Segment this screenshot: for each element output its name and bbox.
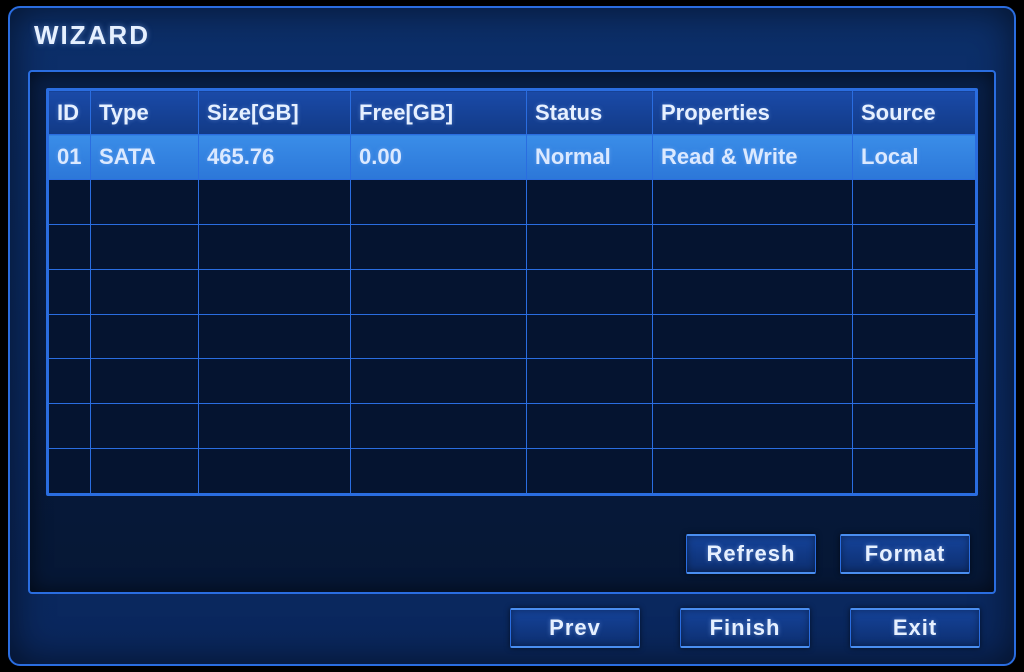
empty-cell — [91, 449, 199, 494]
empty-cell — [91, 224, 199, 269]
cell-size: 465.76 — [199, 135, 351, 180]
empty-cell — [351, 449, 527, 494]
empty-cell — [527, 404, 653, 449]
empty-cell — [49, 269, 91, 314]
empty-cell — [653, 449, 853, 494]
empty-cell — [199, 359, 351, 404]
col-header-status: Status — [527, 91, 653, 135]
table-header-row: ID Type Size[GB] Free[GB] Status Propert… — [49, 91, 976, 135]
table-row — [49, 269, 976, 314]
empty-cell — [49, 449, 91, 494]
empty-cell — [351, 359, 527, 404]
footer-button-row: Prev Finish Exit — [510, 608, 980, 648]
empty-cell — [199, 269, 351, 314]
table-row — [49, 224, 976, 269]
empty-cell — [853, 179, 976, 224]
empty-cell — [49, 224, 91, 269]
empty-cell — [527, 449, 653, 494]
cell-type: SATA — [91, 135, 199, 180]
empty-cell — [527, 224, 653, 269]
empty-cell — [853, 404, 976, 449]
cell-id: 01 — [49, 135, 91, 180]
empty-cell — [351, 269, 527, 314]
empty-cell — [653, 179, 853, 224]
empty-cell — [199, 404, 351, 449]
disk-table: ID Type Size[GB] Free[GB] Status Propert… — [48, 90, 976, 494]
empty-cell — [351, 404, 527, 449]
empty-cell — [199, 449, 351, 494]
col-header-free: Free[GB] — [351, 91, 527, 135]
table-row — [49, 449, 976, 494]
table-row — [49, 314, 976, 359]
empty-cell — [91, 269, 199, 314]
cell-status: Normal — [527, 135, 653, 180]
empty-cell — [527, 269, 653, 314]
prev-button[interactable]: Prev — [510, 608, 640, 648]
empty-cell — [527, 359, 653, 404]
empty-cell — [49, 314, 91, 359]
window-title: WIZARD — [10, 8, 1014, 62]
empty-cell — [653, 359, 853, 404]
empty-cell — [853, 449, 976, 494]
finish-button[interactable]: Finish — [680, 608, 810, 648]
empty-cell — [853, 269, 976, 314]
cell-source: Local — [853, 135, 976, 180]
empty-cell — [853, 314, 976, 359]
empty-cell — [653, 269, 853, 314]
disk-table-wrap: ID Type Size[GB] Free[GB] Status Propert… — [46, 88, 978, 496]
col-header-source: Source — [853, 91, 976, 135]
empty-cell — [653, 404, 853, 449]
empty-cell — [351, 224, 527, 269]
col-header-size: Size[GB] — [199, 91, 351, 135]
empty-cell — [351, 179, 527, 224]
table-row[interactable]: 01SATA465.760.00NormalRead & WriteLocal — [49, 135, 976, 180]
empty-cell — [49, 404, 91, 449]
empty-cell — [527, 179, 653, 224]
empty-cell — [199, 179, 351, 224]
col-header-properties: Properties — [653, 91, 853, 135]
cell-free: 0.00 — [351, 135, 527, 180]
empty-cell — [49, 179, 91, 224]
empty-cell — [91, 314, 199, 359]
format-button[interactable]: Format — [840, 534, 970, 574]
table-row — [49, 404, 976, 449]
col-header-type: Type — [91, 91, 199, 135]
empty-cell — [49, 359, 91, 404]
exit-button[interactable]: Exit — [850, 608, 980, 648]
empty-cell — [91, 359, 199, 404]
empty-cell — [91, 179, 199, 224]
content-panel: ID Type Size[GB] Free[GB] Status Propert… — [28, 70, 996, 594]
table-row — [49, 359, 976, 404]
empty-cell — [527, 314, 653, 359]
empty-cell — [199, 224, 351, 269]
inner-button-row: Refresh Format — [686, 534, 970, 574]
empty-cell — [853, 359, 976, 404]
empty-cell — [91, 404, 199, 449]
empty-cell — [653, 314, 853, 359]
empty-cell — [199, 314, 351, 359]
empty-cell — [351, 314, 527, 359]
empty-cell — [853, 224, 976, 269]
empty-cell — [653, 224, 853, 269]
wizard-window: WIZARD ID Type Size[GB] Free[GB] Status … — [8, 6, 1016, 666]
col-header-id: ID — [49, 91, 91, 135]
cell-properties: Read & Write — [653, 135, 853, 180]
table-row — [49, 179, 976, 224]
refresh-button[interactable]: Refresh — [686, 534, 816, 574]
